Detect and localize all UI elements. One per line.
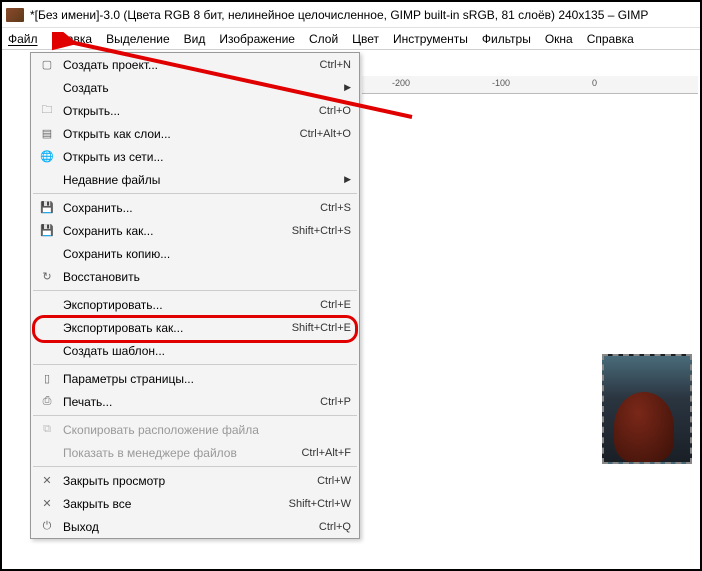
menu-item-page-setup[interactable]: ▯ Параметры страницы... bbox=[31, 367, 359, 390]
close-all-icon: ✕ bbox=[39, 496, 55, 512]
layers-icon: ▤ bbox=[39, 126, 55, 142]
save-as-icon: 💾 bbox=[39, 223, 55, 239]
window-titlebar: *[Без имени]-3.0 (Цвета RGB 8 бит, нелин… bbox=[2, 2, 700, 28]
folder-icon: 🗀 bbox=[39, 103, 55, 119]
menu-edit[interactable]: Правка bbox=[52, 32, 93, 46]
ruler-tick: 0 bbox=[592, 78, 597, 88]
menu-item-save-copy[interactable]: Сохранить копию... bbox=[31, 242, 359, 265]
menu-item-create-template[interactable]: Создать шаблон... bbox=[31, 339, 359, 362]
print-icon: ⎙ bbox=[39, 394, 55, 410]
separator bbox=[33, 415, 357, 416]
window-title: *[Без имени]-3.0 (Цвета RGB 8 бит, нелин… bbox=[30, 8, 648, 22]
menu-color[interactable]: Цвет bbox=[352, 32, 379, 46]
menu-item-create[interactable]: Создать ▶ bbox=[31, 76, 359, 99]
menu-layer[interactable]: Слой bbox=[309, 32, 338, 46]
menu-item-create-project[interactable]: ▢ Создать проект... Ctrl+N bbox=[31, 53, 359, 76]
menu-item-print[interactable]: ⎙ Печать... Ctrl+P bbox=[31, 390, 359, 413]
menu-item-close-all[interactable]: ✕ Закрыть все Shift+Ctrl+W bbox=[31, 492, 359, 515]
menu-help[interactable]: Справка bbox=[587, 32, 634, 46]
menu-filters[interactable]: Фильтры bbox=[482, 32, 531, 46]
new-icon: ▢ bbox=[39, 57, 55, 73]
menu-item-quit[interactable]: ⏻ Выход Ctrl+Q bbox=[31, 515, 359, 538]
image-content bbox=[614, 392, 674, 462]
separator bbox=[33, 193, 357, 194]
menu-item-open-net[interactable]: 🌐 Открыть из сети... bbox=[31, 145, 359, 168]
menu-item-open[interactable]: 🗀 Открыть... Ctrl+O bbox=[31, 99, 359, 122]
menu-windows[interactable]: Окна bbox=[545, 32, 573, 46]
menu-image[interactable]: Изображение bbox=[219, 32, 295, 46]
menu-item-export[interactable]: Экспортировать... Ctrl+E bbox=[31, 293, 359, 316]
chevron-right-icon: ▶ bbox=[344, 82, 351, 93]
menu-item-save-as[interactable]: 💾 Сохранить как... Shift+Ctrl+S bbox=[31, 219, 359, 242]
ruler-tick: -100 bbox=[492, 78, 510, 88]
menu-select[interactable]: Выделение bbox=[106, 32, 170, 46]
separator bbox=[33, 466, 357, 467]
canvas-image-preview[interactable] bbox=[602, 354, 692, 464]
menu-item-close-view[interactable]: ✕ Закрыть просмотр Ctrl+W bbox=[31, 469, 359, 492]
menu-item-recent[interactable]: Недавние файлы ▶ bbox=[31, 168, 359, 191]
page-icon: ▯ bbox=[39, 371, 55, 387]
menu-item-save[interactable]: 💾 Сохранить... Ctrl+S bbox=[31, 196, 359, 219]
close-icon: ✕ bbox=[39, 473, 55, 489]
app-icon bbox=[6, 8, 24, 22]
copy-icon: ⧉ bbox=[39, 422, 55, 438]
separator bbox=[33, 290, 357, 291]
ruler-tick: -200 bbox=[392, 78, 410, 88]
revert-icon: ↻ bbox=[39, 269, 55, 285]
menu-tools[interactable]: Инструменты bbox=[393, 32, 468, 46]
horizontal-ruler: -200 -100 0 bbox=[362, 76, 698, 94]
menu-item-revert[interactable]: ↻ Восстановить bbox=[31, 265, 359, 288]
menu-file[interactable]: Файл bbox=[8, 32, 38, 46]
menu-view[interactable]: Вид bbox=[184, 32, 206, 46]
menu-item-export-as[interactable]: Экспортировать как... Shift+Ctrl+E bbox=[31, 316, 359, 339]
menu-item-open-layers[interactable]: ▤ Открыть как слои... Ctrl+Alt+O bbox=[31, 122, 359, 145]
file-menu-dropdown: ▢ Создать проект... Ctrl+N Создать ▶ 🗀 О… bbox=[30, 52, 360, 539]
globe-icon: 🌐 bbox=[39, 149, 55, 165]
chevron-right-icon: ▶ bbox=[344, 174, 351, 185]
menu-item-show-fm: Показать в менеджере файлов Ctrl+Alt+F bbox=[31, 441, 359, 464]
separator bbox=[33, 364, 357, 365]
menu-item-copy-location: ⧉ Скопировать расположение файла bbox=[31, 418, 359, 441]
save-icon: 💾 bbox=[39, 200, 55, 216]
menubar: Файл Правка Выделение Вид Изображение Сл… bbox=[2, 28, 700, 50]
power-icon: ⏻ bbox=[39, 519, 55, 535]
